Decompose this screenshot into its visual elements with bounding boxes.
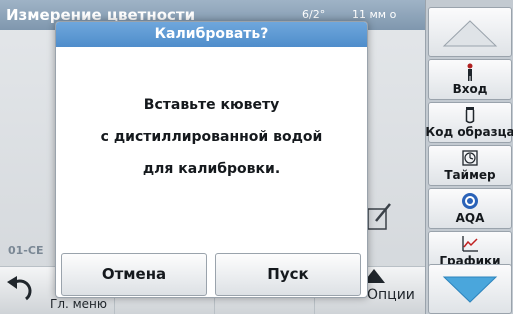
program-id: 01-CE xyxy=(8,244,44,257)
arrow-down-icon xyxy=(442,276,498,303)
edit-pencil-icon[interactable] xyxy=(366,201,392,231)
start-button[interactable]: Пуск xyxy=(215,253,361,296)
chart-icon xyxy=(429,235,511,253)
timer-icon xyxy=(429,149,511,167)
sidebar-item-aqa[interactable]: AQA xyxy=(428,188,512,229)
dialog-title: Калибровать? xyxy=(56,22,367,47)
user-icon xyxy=(429,63,511,81)
vial-icon xyxy=(429,106,511,124)
sidebar-item-sample-id[interactable]: Код образца xyxy=(425,102,513,143)
sidebar-item-login[interactable]: Вход xyxy=(428,59,512,100)
back-arrow-icon xyxy=(7,276,32,301)
sidebar-item-timer[interactable]: Таймер xyxy=(428,145,512,186)
sidebar-item-label: Таймер xyxy=(444,168,496,182)
options-label: Опции xyxy=(367,287,415,303)
sidebar-item-label: AQA xyxy=(455,211,485,225)
arrow-up-icon xyxy=(442,20,498,47)
dialog-message-line: с дистиллированной водой xyxy=(100,129,323,145)
main-menu-label: Гл. меню xyxy=(50,297,107,311)
wavelength-readout: 11 мм о xyxy=(352,8,397,21)
sidebar-item-label: Код образца xyxy=(425,125,513,139)
cancel-button[interactable]: Отмена xyxy=(61,253,207,296)
scroll-down-button[interactable] xyxy=(428,264,512,314)
dialog-message: Вставьте кювету с дистиллированной водой… xyxy=(56,95,367,191)
dialog-message-line: для калибровки. xyxy=(142,161,281,177)
temperature-readout: 6/2° xyxy=(302,8,326,21)
sidebar-item-label: Вход xyxy=(452,82,488,96)
scroll-up-button[interactable] xyxy=(428,7,512,57)
calibrate-dialog: Калибровать? Вставьте кювету с дистиллир… xyxy=(55,21,368,298)
dialog-message-line: Вставьте кювету xyxy=(143,97,280,113)
aqa-icon xyxy=(429,192,511,210)
right-sidebar: Вход Код образца Таймер AQA Графики xyxy=(425,0,513,314)
